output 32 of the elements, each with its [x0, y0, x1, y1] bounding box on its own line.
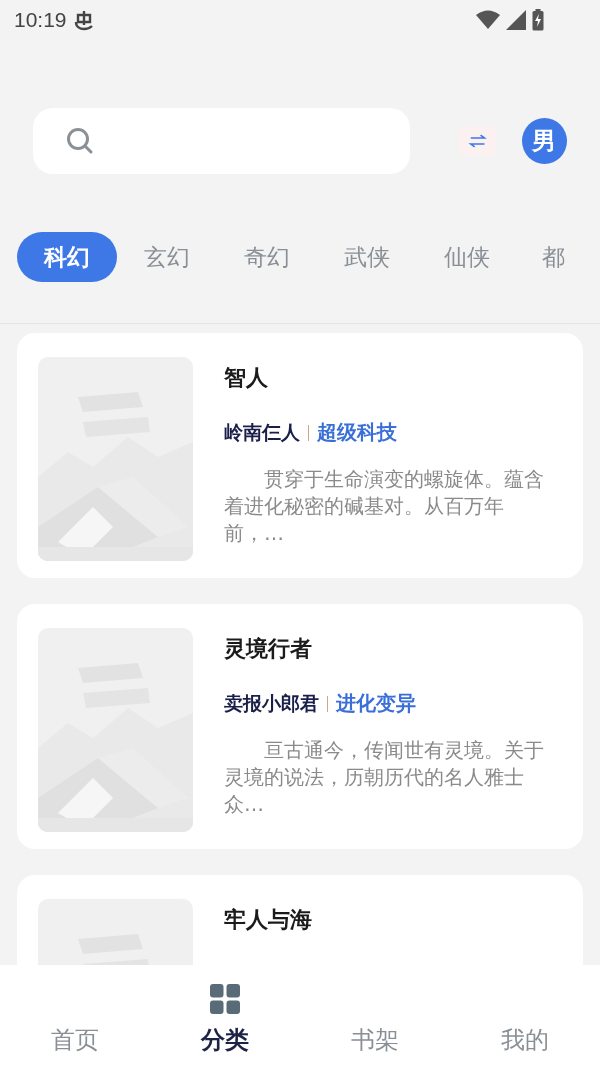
search-icon — [66, 127, 94, 155]
gender-switch[interactable]: 男 — [521, 118, 567, 164]
category-tab[interactable]: 都 — [517, 232, 565, 282]
book-title: 牢人与海 — [224, 906, 312, 934]
book-genre[interactable]: 超级科技 — [317, 419, 397, 446]
book-card[interactable]: 灵境行者 卖报小郎君 进化变异 亘古通今，传闻世有灵境。关于灵境的说法，历朝历代的名人雅士众… — [17, 604, 583, 849]
battery-icon — [532, 9, 544, 31]
book-card[interactable]: 牢人与海 — [17, 875, 583, 965]
nav-item[interactable]: 书架 — [300, 965, 450, 1066]
book-genre[interactable]: 进化变异 — [336, 690, 416, 717]
swap-icon[interactable] — [457, 126, 497, 156]
bug-icon — [72, 9, 95, 31]
book-title: 智人 — [224, 364, 269, 392]
status-time: 10:19 — [14, 8, 67, 32]
category-tab[interactable]: 玄幻 — [117, 232, 217, 282]
nav-item[interactable]: 分类 — [150, 965, 300, 1066]
grid-icon — [210, 984, 240, 1014]
book-card[interactable]: 智人 岭南仨人 超级科技 贯穿于生命演变的螺旋体。蕴含着进化秘密的碱基对。从百万年前，… — [17, 333, 583, 578]
signal-icon — [506, 10, 526, 30]
nav-item[interactable]: 首页 — [0, 965, 150, 1066]
nav-item[interactable]: 我的 — [450, 965, 600, 1066]
category-tab[interactable]: 武侠 — [317, 232, 417, 282]
search-field[interactable] — [33, 108, 410, 174]
category-tab[interactable]: 科幻 — [17, 232, 117, 282]
book-description: 亘古通今，传闻世有灵境。关于灵境的说法，历朝历代的名人雅士众… — [224, 737, 545, 818]
book-title: 灵境行者 — [224, 635, 313, 663]
category-tab[interactable]: 仙侠 — [417, 232, 517, 282]
book-author: 卖报小郎君 — [224, 690, 319, 716]
category-tab[interactable]: 奇幻 — [217, 232, 317, 282]
wifi-icon — [476, 10, 500, 30]
book-description: 贯穿于生命演变的螺旋体。蕴含着进化秘密的碱基对。从百万年前，… — [224, 466, 545, 547]
book-author: 岭南仨人 — [224, 419, 300, 445]
